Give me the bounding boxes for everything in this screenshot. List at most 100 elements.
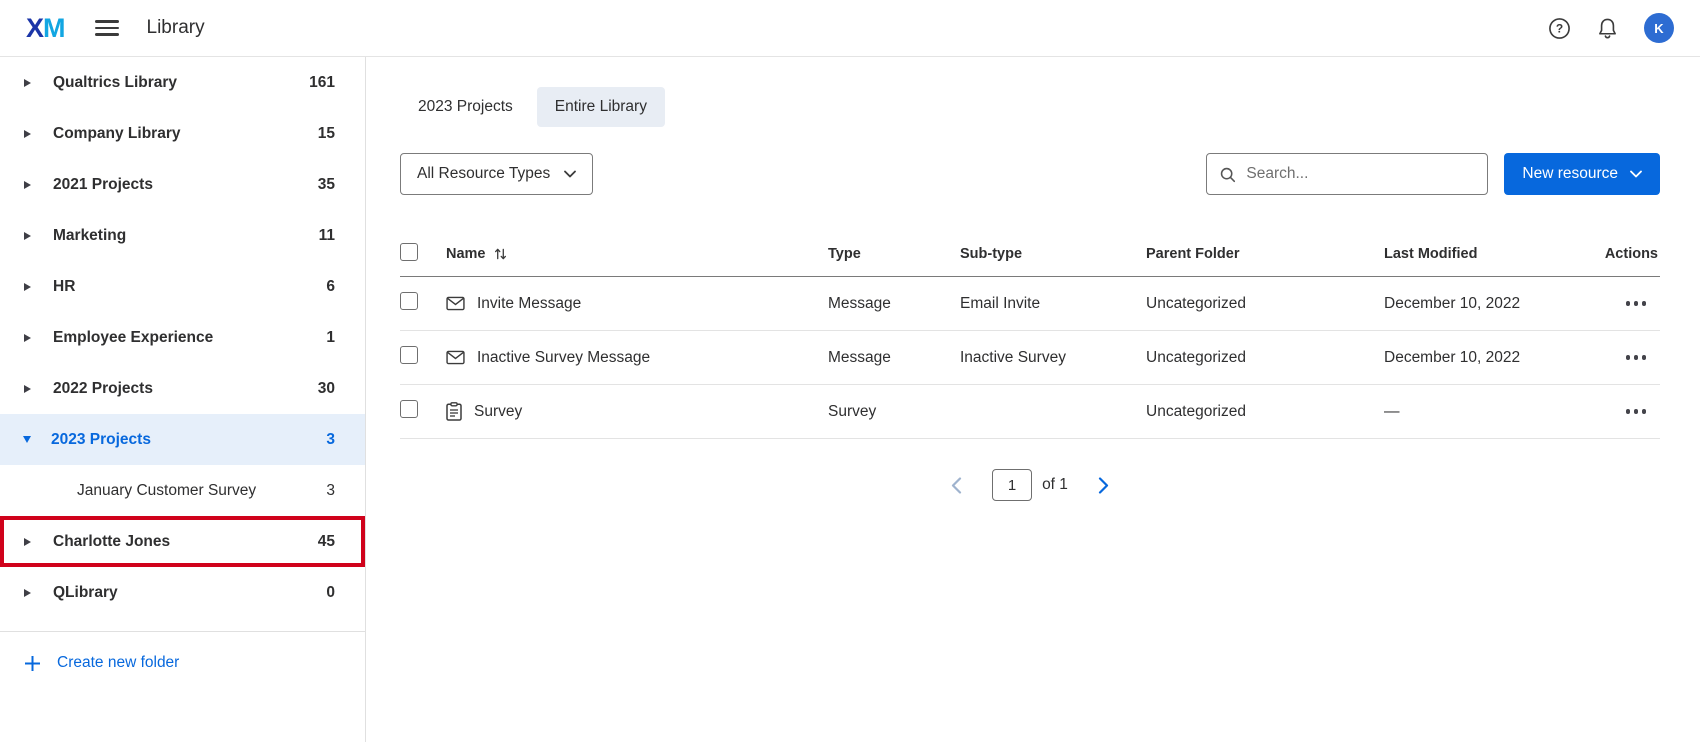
select-all-checkbox[interactable] bbox=[400, 243, 418, 261]
sidebar-item-qlibrary[interactable]: QLibrary 0 bbox=[0, 567, 365, 618]
resource-parent-folder: Uncategorized bbox=[1146, 349, 1384, 367]
resource-name[interactable]: Survey bbox=[474, 403, 522, 421]
chevron-right-icon bbox=[24, 181, 31, 189]
folder-count: 161 bbox=[309, 74, 335, 92]
previous-page-icon[interactable] bbox=[951, 477, 962, 494]
sidebar-item-2021-projects[interactable]: 2021 Projects 35 bbox=[0, 159, 365, 210]
hamburger-menu-icon[interactable] bbox=[95, 20, 119, 36]
folder-label: HR bbox=[53, 278, 326, 296]
folder-count: 11 bbox=[319, 227, 335, 245]
column-header-name[interactable]: Name bbox=[446, 246, 828, 262]
logo-x: X bbox=[26, 13, 43, 44]
survey-icon bbox=[446, 402, 462, 421]
search-input[interactable] bbox=[1246, 165, 1475, 183]
chevron-right-icon bbox=[24, 334, 31, 342]
resource-last-modified: December 10, 2022 bbox=[1384, 295, 1584, 313]
row-actions-button[interactable] bbox=[1584, 355, 1660, 360]
folder-label: QLibrary bbox=[53, 584, 326, 602]
search-box bbox=[1206, 153, 1488, 195]
folder-label: Company Library bbox=[53, 125, 318, 143]
chevron-down-icon bbox=[564, 170, 576, 178]
folder-count: 35 bbox=[318, 176, 335, 194]
toolbar: All Resource Types New resource bbox=[400, 153, 1660, 195]
user-avatar[interactable]: K bbox=[1644, 13, 1674, 43]
folder-label: 2023 Projects bbox=[51, 431, 326, 449]
pagination: of 1 bbox=[400, 469, 1660, 501]
header-right: ? K bbox=[1548, 13, 1674, 43]
page-number-input[interactable] bbox=[992, 469, 1032, 501]
tab-2023-projects[interactable]: 2023 Projects bbox=[400, 87, 531, 127]
resource-parent-folder: Uncategorized bbox=[1146, 403, 1384, 421]
new-resource-label: New resource bbox=[1522, 165, 1618, 183]
column-header-subtype: Sub-type bbox=[960, 246, 1146, 262]
sidebar-item-hr[interactable]: HR 6 bbox=[0, 261, 365, 312]
sort-icon[interactable] bbox=[494, 247, 507, 261]
sidebar-item-2023-projects[interactable]: 2023 Projects 3 bbox=[0, 414, 365, 465]
sidebar-item-charlotte-jones[interactable]: Charlotte Jones 45 bbox=[0, 516, 365, 567]
resource-name[interactable]: Inactive Survey Message bbox=[477, 349, 650, 367]
create-new-folder-label: Create new folder bbox=[57, 654, 179, 672]
help-icon[interactable]: ? bbox=[1548, 17, 1571, 40]
sidebar-item-employee-experience[interactable]: Employee Experience 1 bbox=[0, 312, 365, 363]
folder-label: Qualtrics Library bbox=[53, 74, 309, 92]
folder-label: 2022 Projects bbox=[53, 380, 318, 398]
resource-last-modified: December 10, 2022 bbox=[1384, 349, 1584, 367]
content: Qualtrics Library 161 Company Library 15… bbox=[0, 57, 1700, 742]
folder-count: 6 bbox=[326, 278, 335, 296]
chevron-right-icon bbox=[24, 589, 31, 597]
chevron-right-icon bbox=[24, 385, 31, 393]
chevron-down-icon bbox=[1630, 170, 1642, 178]
row-checkbox[interactable] bbox=[400, 400, 418, 418]
chevron-right-icon bbox=[24, 79, 31, 87]
xm-logo[interactable]: XM bbox=[26, 13, 65, 44]
notifications-bell-icon[interactable] bbox=[1597, 17, 1618, 40]
new-resource-button[interactable]: New resource bbox=[1504, 153, 1660, 195]
resource-type: Message bbox=[828, 349, 960, 367]
resources-table: Name Type Sub-type Parent Folder Last Mo… bbox=[400, 231, 1660, 439]
sidebar-item-company-library[interactable]: Company Library 15 bbox=[0, 108, 365, 159]
table-row: Survey Survey Uncategorized — bbox=[400, 385, 1660, 439]
envelope-icon bbox=[446, 350, 465, 365]
folder-label: Employee Experience bbox=[53, 329, 326, 347]
row-checkbox[interactable] bbox=[400, 292, 418, 310]
chevron-right-icon bbox=[24, 232, 31, 240]
row-actions-button[interactable] bbox=[1584, 301, 1660, 306]
sidebar-item-marketing[interactable]: Marketing 11 bbox=[0, 210, 365, 261]
tab-entire-library[interactable]: Entire Library bbox=[537, 87, 665, 127]
folder-count: 45 bbox=[318, 533, 335, 551]
chevron-down-icon bbox=[23, 436, 31, 443]
row-checkbox[interactable] bbox=[400, 346, 418, 364]
app: XM Library ? K Qualtrics Library 161 Com… bbox=[0, 0, 1700, 742]
folder-label: Charlotte Jones bbox=[53, 533, 318, 551]
table-row: Inactive Survey Message Message Inactive… bbox=[400, 331, 1660, 385]
folder-count: 3 bbox=[326, 431, 335, 449]
chevron-right-icon bbox=[24, 130, 31, 138]
column-header-last-modified: Last Modified bbox=[1384, 246, 1584, 262]
logo-m: M bbox=[43, 13, 65, 44]
page-count-label: of 1 bbox=[1042, 476, 1068, 494]
folder-sidebar: Qualtrics Library 161 Company Library 15… bbox=[0, 57, 366, 742]
top-header: XM Library ? K bbox=[0, 0, 1700, 57]
resource-parent-folder: Uncategorized bbox=[1146, 295, 1384, 313]
sidebar-item-january-customer-survey[interactable]: January Customer Survey 3 bbox=[0, 465, 365, 516]
toolbar-right: New resource bbox=[1206, 153, 1660, 195]
library-main: 2023 Projects Entire Library All Resourc… bbox=[366, 57, 1700, 742]
svg-text:?: ? bbox=[1556, 21, 1563, 35]
table-header-row: Name Type Sub-type Parent Folder Last Mo… bbox=[400, 231, 1660, 277]
column-header-type: Type bbox=[828, 246, 960, 262]
sidebar-item-2022-projects[interactable]: 2022 Projects 30 bbox=[0, 363, 365, 414]
resource-type-filter-dropdown[interactable]: All Resource Types bbox=[400, 153, 593, 195]
create-new-folder-button[interactable]: Create new folder bbox=[0, 632, 365, 694]
resource-last-modified: — bbox=[1384, 403, 1584, 421]
sidebar-item-qualtrics-library[interactable]: Qualtrics Library 161 bbox=[0, 57, 365, 108]
folder-count: 30 bbox=[318, 380, 335, 398]
resource-name[interactable]: Invite Message bbox=[477, 295, 581, 313]
folder-count: 1 bbox=[326, 329, 335, 347]
next-page-icon[interactable] bbox=[1098, 477, 1109, 494]
column-header-actions: Actions bbox=[1584, 246, 1660, 262]
row-actions-button[interactable] bbox=[1584, 409, 1660, 414]
search-icon bbox=[1219, 166, 1236, 183]
folder-label: January Customer Survey bbox=[77, 482, 326, 500]
page-title: Library bbox=[147, 17, 205, 39]
envelope-icon bbox=[446, 296, 465, 311]
